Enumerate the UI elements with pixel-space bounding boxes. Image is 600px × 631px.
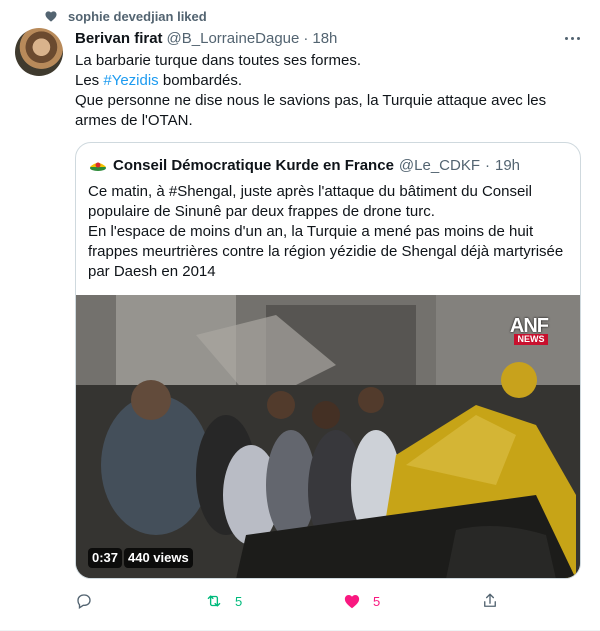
quoted-author-avatar — [88, 155, 108, 175]
text-fragment: Les — [75, 72, 104, 89]
quoted-author-handle[interactable]: @Le_CDKF — [399, 157, 480, 174]
social-context-text[interactable]: sophie devedjian liked — [68, 9, 207, 24]
author-handle[interactable]: @B_LorraineDague — [167, 30, 300, 47]
sun-logo-icon — [90, 162, 106, 171]
like-count: 5 — [373, 593, 381, 609]
tweet-card[interactable]: sophie devedjian liked Berivan firat @B_… — [0, 0, 600, 631]
video-player[interactable]: ANF NEWS 0:37 440 views — [76, 295, 580, 578]
separator-dot: · — [303, 29, 309, 47]
text-fragment: bombardés. — [158, 72, 243, 89]
video-views-badge: 440 views — [124, 548, 193, 568]
video-watermark-sub: NEWS — [514, 334, 548, 345]
tweet-actions: 5 5 — [75, 590, 505, 612]
quoted-author-name[interactable]: Conseil Démocratique Kurde en France — [113, 157, 394, 174]
author-name[interactable]: Berivan firat — [75, 30, 163, 47]
quoted-text-line: par Daesh en 2014 — [88, 263, 216, 280]
share-button[interactable] — [481, 590, 499, 612]
quoted-tweet[interactable]: Conseil Démocratique Kurde en France @Le… — [75, 142, 581, 579]
heart-icon — [45, 11, 57, 22]
tweet-text: La barbarie turque dans toutes ses forme… — [75, 51, 582, 131]
quoted-tweet-text: Ce matin, à #Shengal, juste après l'atta… — [88, 182, 568, 282]
hashtag-link[interactable]: #Yezidis — [103, 72, 158, 89]
quoted-tweet-time[interactable]: 19h — [495, 157, 520, 174]
retweet-button[interactable]: 5 — [205, 590, 242, 612]
video-watermark: ANF — [509, 315, 549, 337]
retweet-count: 5 — [235, 593, 243, 609]
tweet-text-line: Que personne ne dise nous le savions pas… — [75, 92, 547, 109]
like-button[interactable]: 5 — [343, 590, 380, 612]
quoted-tweet-header: Conseil Démocratique Kurde en France @Le… — [88, 155, 520, 175]
quoted-text-line: En l'espace de moins d'un an, la Turquie… — [88, 223, 534, 240]
quoted-text-line: Ce matin, à #Shengal, juste après l'atta… — [88, 183, 532, 200]
video-frame — [76, 295, 580, 578]
quoted-text-line: frappes meurtrières contre la région yéz… — [88, 243, 564, 260]
share-icon — [484, 593, 496, 607]
reply-button[interactable] — [75, 590, 93, 612]
author-avatar[interactable] — [15, 28, 63, 76]
tweet-header: Berivan firat @B_LorraineDague · 18h — [75, 28, 586, 48]
reply-icon — [77, 594, 91, 610]
video-duration-badge: 0:37 — [88, 548, 123, 568]
tweet-text-line: Les #Yezidis bombardés. — [75, 71, 582, 91]
tweet-time[interactable]: 18h — [312, 30, 337, 47]
quoted-text-line: populaire de Sinunê par deux frappes de … — [88, 203, 435, 220]
retweet-icon — [207, 595, 221, 607]
tweet-text-line: La barbarie turque dans toutes ses forme… — [75, 52, 361, 69]
tweet-text-line: armes de l'OTAN. — [75, 112, 193, 129]
heart-filled-icon — [344, 595, 360, 609]
separator-dot: · — [485, 156, 490, 174]
social-context: sophie devedjian liked — [44, 8, 207, 24]
more-options-icon[interactable] — [560, 30, 584, 46]
